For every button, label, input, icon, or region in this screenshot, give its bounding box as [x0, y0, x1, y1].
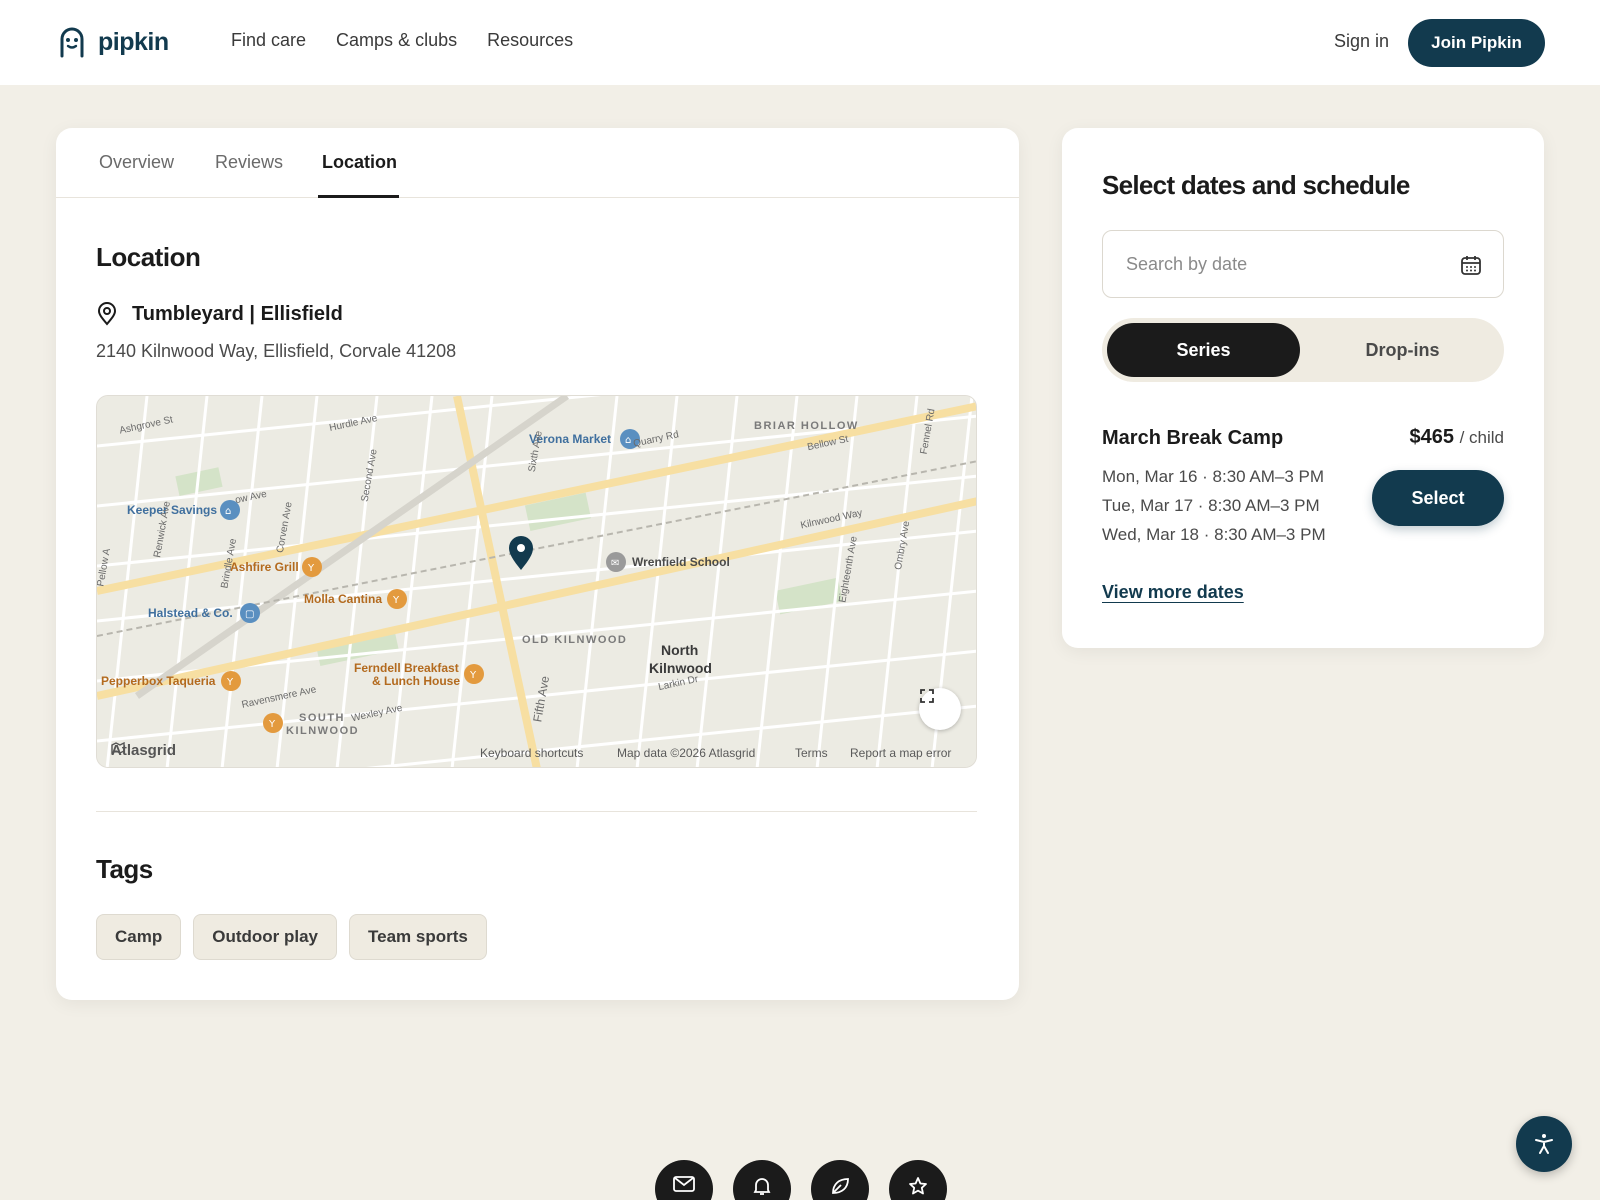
svg-text:Y: Y [392, 595, 400, 606]
map-data-credit: Map data ©2026 Atlasgrid [617, 746, 756, 760]
calendar-icon[interactable] [1460, 254, 1482, 276]
map-brand-icon [111, 742, 125, 754]
session-price: $465 / child [1410, 426, 1504, 449]
tag-list: Camp Outdoor play Team sports [96, 914, 487, 960]
section-divider [96, 811, 977, 812]
poi-label[interactable]: Wrenfield School [632, 555, 730, 569]
mail-icon [673, 1176, 695, 1192]
svg-text:✉: ✉ [611, 558, 619, 569]
toggle-drop-ins[interactable]: Drop-ins [1306, 323, 1499, 377]
map-fullscreen-button[interactable] [919, 688, 961, 730]
svg-text:▢: ▢ [245, 609, 254, 620]
map-terms-link[interactable]: Terms [795, 746, 828, 760]
area-label: BRIAR HOLLOW [754, 420, 859, 432]
footer-mail-button[interactable] [655, 1160, 713, 1200]
active-tab-indicator [318, 195, 399, 198]
accessibility-icon [1535, 1134, 1553, 1154]
map-keyboard-shortcuts[interactable]: Keyboard shortcuts [480, 746, 583, 760]
tab-location[interactable]: Location [322, 152, 397, 173]
schedule-card: Select dates and schedule Series Drop-in… [1062, 128, 1544, 648]
venue-name: Tumbleyard | Ellisfield [132, 302, 343, 325]
location-map[interactable]: ⌂ ⌂ ▢ ✉ Y Y Y Y Y Verona Market Keeper S… [96, 395, 977, 768]
select-session-button[interactable]: Select [1372, 470, 1504, 526]
toggle-series[interactable]: Series [1107, 323, 1300, 377]
area-label: OLD KILNWOOD [522, 634, 628, 646]
poi-label[interactable]: Halstead & Co. [148, 606, 233, 620]
tab-reviews[interactable]: Reviews [215, 152, 283, 173]
price-unit: / child [1459, 428, 1504, 447]
nav-resources[interactable]: Resources [487, 30, 573, 51]
main-nav: Find care Camps & clubs Resources [231, 30, 573, 51]
fullscreen-icon [920, 689, 934, 703]
map-brand: Atlasgrid [111, 742, 176, 759]
logo-text: pipkin [98, 27, 169, 56]
sign-in-link[interactable]: Sign in [1334, 31, 1389, 52]
logo[interactable]: pipkin [58, 26, 169, 58]
listing-details-card: Overview Reviews Location Location Tumbl… [56, 128, 1019, 1000]
join-button[interactable]: Join Pipkin [1408, 19, 1545, 67]
series-dropins-toggle: Series Drop-ins [1102, 318, 1504, 382]
nav-find-care[interactable]: Find care [231, 30, 306, 51]
svg-text:Y: Y [307, 563, 315, 574]
area-label: North [661, 642, 699, 658]
leaf-icon [832, 1178, 849, 1194]
tags-heading: Tags [96, 854, 153, 884]
area-label: Kilnwood [649, 660, 712, 676]
tag-camp[interactable]: Camp [96, 914, 182, 960]
top-navigation-bar: pipkin Find care Camps & clubs Resources… [0, 0, 1600, 85]
price-amount: $465 [1409, 426, 1455, 448]
poi-label[interactable]: Ashfire Grill [230, 560, 299, 574]
accessibility-button[interactable] [1516, 1116, 1572, 1172]
tab-bar: Overview Reviews Location [56, 128, 1019, 198]
area-label: SOUTH [299, 712, 345, 724]
poi-label[interactable]: & Lunch House [372, 674, 460, 688]
poi-label[interactable]: Pepperbox Taqueria [101, 674, 215, 688]
map-report-error-link[interactable]: Report a map error [850, 746, 951, 760]
session-date: Tue, Mar 17 · 8:30 AM–3 PM [1102, 496, 1320, 515]
bell-icon [753, 1178, 771, 1195]
venue-row: Tumbleyard | Ellisfield [96, 302, 343, 326]
date-search-box [1102, 230, 1504, 298]
session-name: March Break Camp [1102, 427, 1284, 449]
svg-text:Y: Y [226, 677, 234, 688]
poi-label[interactable]: Molla Cantina [304, 592, 382, 606]
location-heading: Location [96, 242, 201, 272]
footer-icon-row [655, 1160, 947, 1200]
date-search-input[interactable] [1126, 231, 1456, 297]
tab-overview[interactable]: Overview [99, 152, 174, 173]
footer-leaf-button[interactable] [811, 1160, 869, 1200]
svg-text:⌂: ⌂ [625, 435, 631, 446]
svg-text:Y: Y [268, 719, 276, 730]
map-pin-icon [97, 302, 117, 326]
footer-bell-button[interactable] [733, 1160, 791, 1200]
area-label: KILNWOOD [286, 725, 360, 737]
poi-label[interactable]: Ferndell Breakfast [354, 661, 459, 675]
svg-text:Y: Y [469, 670, 477, 681]
venue-address: 2140 Kilnwood Way, Ellisfield, Corvale 4… [96, 341, 457, 361]
svg-text:⌂: ⌂ [225, 506, 231, 517]
view-more-dates-link[interactable]: View more dates [1102, 582, 1244, 603]
tag-outdoor-play[interactable]: Outdoor play [193, 914, 338, 960]
nav-camps-clubs[interactable]: Camps & clubs [336, 30, 457, 51]
star-icon [909, 1177, 927, 1195]
schedule-title: Select dates and schedule [1102, 170, 1410, 200]
footer-star-button[interactable] [889, 1160, 947, 1200]
tag-team-sports[interactable]: Team sports [349, 914, 487, 960]
pipkin-logo-icon [60, 27, 84, 58]
session-date: Wed, Mar 18 · 8:30 AM–3 PM [1102, 525, 1326, 544]
session-date: Mon, Mar 16 · 8:30 AM–3 PM [1102, 467, 1325, 486]
